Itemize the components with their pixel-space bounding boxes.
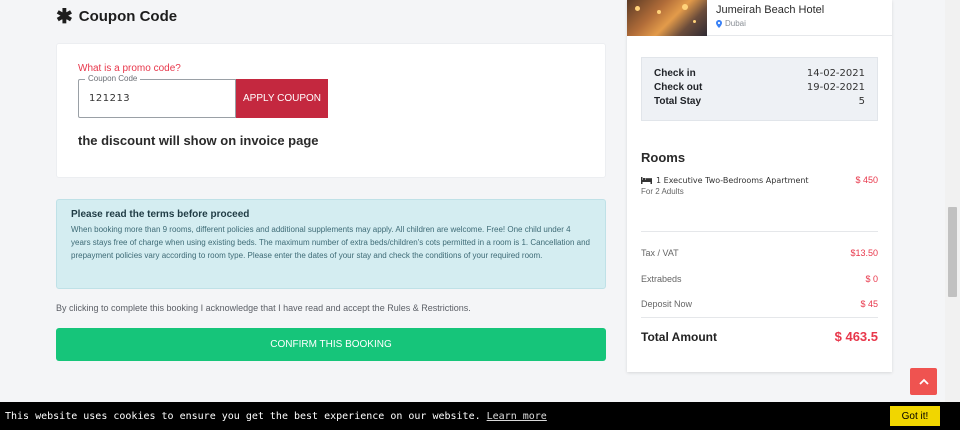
hotel-header: Jumeirah Beach Hotel Dubai <box>627 0 892 36</box>
confirm-booking-button[interactable]: CONFIRM THIS BOOKING <box>56 328 606 361</box>
terms-title: Please read the terms before proceed <box>71 209 250 220</box>
total-row: Total Amount $ 463.5 <box>641 329 878 344</box>
hotel-location: Dubai <box>716 19 746 28</box>
room-guests: For 2 Adults <box>641 187 684 196</box>
hotel-name[interactable]: Jumeirah Beach Hotel <box>716 4 824 16</box>
deposit-value: $ 45 <box>860 299 878 309</box>
check-in-value: 14-02-2021 <box>806 68 865 79</box>
rooms-title: Rooms <box>641 150 686 165</box>
divider <box>641 231 878 232</box>
coupon-code-input[interactable] <box>79 80 235 117</box>
cookie-learn-more-link[interactable]: Learn more <box>487 411 547 422</box>
check-in-row: Check in 14-02-2021 <box>654 68 865 82</box>
cookie-text: This website uses cookies to ensure you … <box>5 410 481 422</box>
total-value: $ 463.5 <box>834 329 878 344</box>
room-price: $ 450 <box>855 175 878 185</box>
asterisk-icon: ✱ <box>56 5 73 28</box>
check-out-value: 19-02-2021 <box>806 82 865 93</box>
cookie-accept-button[interactable]: Got it! <box>890 406 940 426</box>
back-to-top-button[interactable] <box>910 368 937 395</box>
bed-icon <box>641 176 652 184</box>
stay-dates-box: Check in 14-02-2021 Check out 19-02-2021… <box>641 57 878 121</box>
extrabeds-row: Extrabeds $ 0 <box>641 274 878 284</box>
discount-note: the discount will show on invoice page <box>78 133 319 148</box>
room-name-label: 1 Executive Two-Bedrooms Apartment <box>656 175 809 185</box>
promo-code-link[interactable]: What is a promo code? <box>78 63 181 74</box>
deposit-row: Deposit Now $ 45 <box>641 299 878 309</box>
check-out-row: Check out 19-02-2021 <box>654 82 865 96</box>
hotel-thumbnail[interactable] <box>627 0 707 36</box>
coupon-field-legend: Coupon Code <box>85 74 141 83</box>
coupon-heading-label: Coupon Code <box>78 8 178 25</box>
cookie-bar: This website uses cookies to ensure you … <box>0 402 960 430</box>
apply-coupon-button[interactable]: APPLY COUPON <box>236 79 328 118</box>
terms-box: Please read the terms before proceed Whe… <box>56 199 606 289</box>
coupon-heading: ✱ Coupon Code <box>56 5 178 28</box>
total-stay-row: Total Stay 5 <box>654 96 865 110</box>
total-stay-label: Total Stay <box>654 96 702 107</box>
booking-summary: Jumeirah Beach Hotel Dubai Check in 14-0… <box>627 0 892 372</box>
tax-value: $13.50 <box>850 248 878 258</box>
check-out-label: Check out <box>654 82 703 93</box>
room-name: 1 Executive Two-Bedrooms Apartment <box>641 175 809 185</box>
hotel-location-label: Dubai <box>725 19 746 28</box>
check-in-label: Check in <box>654 68 696 79</box>
extrabeds-value: $ 0 <box>865 274 878 284</box>
coupon-card: What is a promo code? Coupon Code APPLY … <box>56 43 606 178</box>
terms-text: When booking more than 9 rooms, differen… <box>71 225 590 260</box>
total-stay-value: 5 <box>858 96 865 107</box>
extrabeds-label: Extrabeds <box>641 274 682 284</box>
divider <box>641 317 878 318</box>
total-label: Total Amount <box>641 329 717 344</box>
deposit-label: Deposit Now <box>641 299 693 309</box>
location-pin-icon <box>716 19 722 28</box>
coupon-field[interactable]: Coupon Code <box>78 74 236 118</box>
page-scrollbar[interactable] <box>945 0 960 402</box>
acknowledgement-text: By clicking to complete this booking I a… <box>56 303 471 313</box>
chevron-up-icon <box>918 378 929 385</box>
scrollbar-thumb[interactable] <box>948 207 957 297</box>
room-line: 1 Executive Two-Bedrooms Apartment $ 450 <box>641 175 878 185</box>
tax-row: Tax / VAT $13.50 <box>641 248 878 258</box>
tax-label: Tax / VAT <box>641 248 679 258</box>
